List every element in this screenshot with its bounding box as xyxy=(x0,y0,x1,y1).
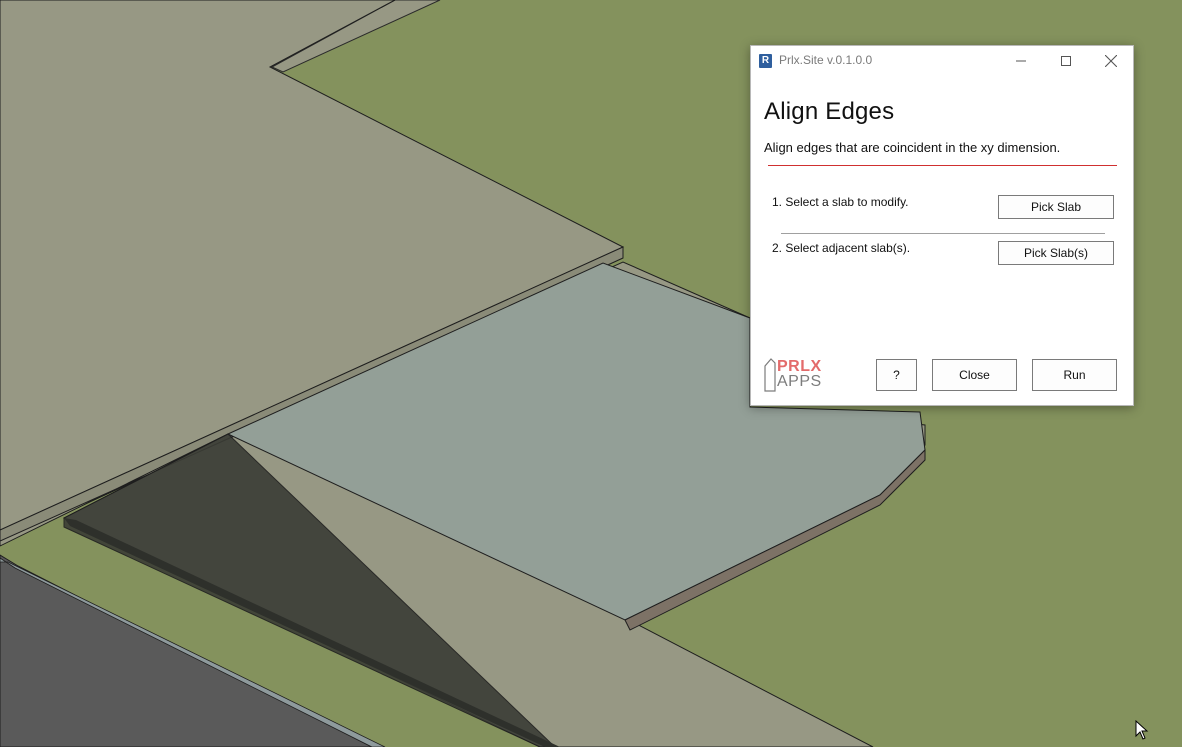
maximize-button[interactable] xyxy=(1043,46,1088,76)
close-button[interactable]: Close xyxy=(932,359,1017,391)
window-title: Prlx.Site v.0.1.0.0 xyxy=(779,53,873,67)
step-divider xyxy=(781,233,1105,234)
dialog-subtitle: Align edges that are coincident in the x… xyxy=(764,140,1061,155)
logo-text-apps: APPS xyxy=(777,373,822,390)
pick-slab-button[interactable]: Pick Slab xyxy=(998,195,1114,219)
dialog-heading: Align Edges xyxy=(764,98,895,125)
minimize-button[interactable] xyxy=(998,46,1043,76)
logo-mark xyxy=(764,358,776,392)
prlx-apps-logo: PRLX APPS xyxy=(763,358,825,392)
step2-label: 2. Select adjacent slab(s). xyxy=(772,241,911,255)
step1-label: 1. Select a slab to modify. xyxy=(772,195,909,209)
cursor-icon xyxy=(1135,720,1149,740)
align-edges-dialog: R Prlx.Site v.0.1.0.0 Align Edges Align … xyxy=(750,45,1134,406)
accent-divider xyxy=(768,165,1117,166)
maximize-icon xyxy=(1060,56,1071,66)
pick-slabs-button[interactable]: Pick Slab(s) xyxy=(998,241,1114,265)
run-button[interactable]: Run xyxy=(1032,359,1117,391)
app-icon: R xyxy=(759,54,772,68)
help-button[interactable]: ? xyxy=(876,359,917,391)
minimize-icon xyxy=(1015,60,1026,62)
title-bar[interactable]: R Prlx.Site v.0.1.0.0 xyxy=(751,46,1133,76)
close-window-button[interactable] xyxy=(1088,46,1133,76)
close-icon xyxy=(1104,55,1117,67)
